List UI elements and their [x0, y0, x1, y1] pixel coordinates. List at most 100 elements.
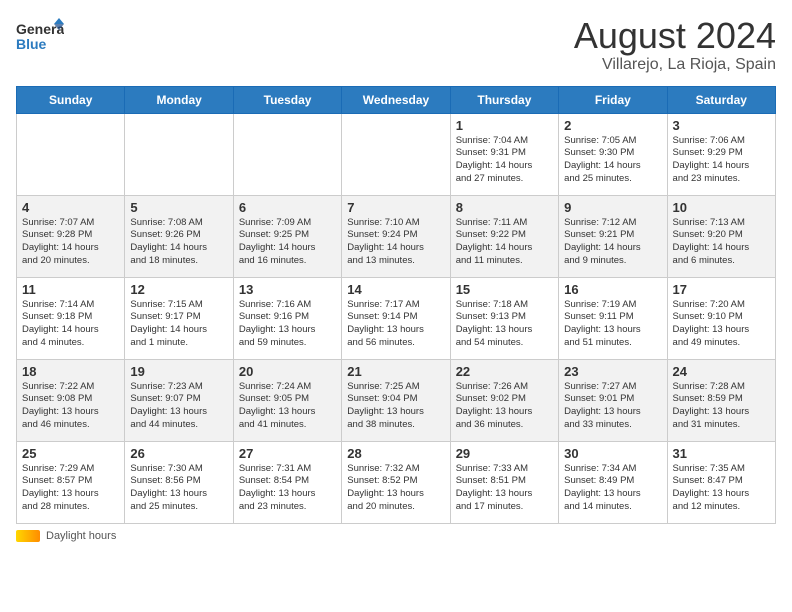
calendar-cell: 27Sunrise: 7:31 AM Sunset: 8:54 PM Dayli…	[233, 441, 341, 523]
calendar-week-row: 4Sunrise: 7:07 AM Sunset: 9:28 PM Daylig…	[17, 195, 776, 277]
footer: Daylight hours	[16, 530, 776, 542]
calendar-week-row: 1 Sunrise: 7:04 AM Sunset: 9:31 PM Daylig…	[17, 113, 776, 195]
day-number: 11	[22, 282, 119, 297]
cell-content: Sunrise: 7:10 AM Sunset: 9:24 PM Dayligh…	[347, 217, 444, 268]
cell-content: Sunrise: 7:30 AM Sunset: 8:56 PM Dayligh…	[130, 463, 227, 514]
page-header: General Blue August 2024 Villarejo, La R…	[16, 16, 776, 74]
calendar-cell: 7 Sunrise: 7:10 AM Sunset: 9:24 PM Daylig…	[342, 195, 450, 277]
calendar-cell: 11 Sunrise: 7:14 AM Sunset: 9:18 PM Dayli…	[17, 277, 125, 359]
cell-content: Sunrise: 7:29 AM Sunset: 8:57 PM Dayligh…	[22, 463, 119, 514]
day-number: 8	[456, 200, 553, 215]
cell-content: Sunrise: 7:20 AM Sunset: 9:10 PM Dayligh…	[673, 299, 770, 350]
day-number: 22	[456, 364, 553, 379]
day-number: 27	[239, 446, 336, 461]
cell-content: Sunrise: 7:13 AM Sunset: 9:20 PM Dayligh…	[673, 217, 770, 268]
calendar-col-header: Thursday	[450, 86, 558, 113]
cell-content: Sunrise: 7:08 AM Sunset: 9:26 PM Dayligh…	[130, 217, 227, 268]
day-number: 12	[130, 282, 227, 297]
calendar-week-row: 18Sunrise: 7:22 AM Sunset: 9:08 PM Dayli…	[17, 359, 776, 441]
day-number: 3	[673, 118, 770, 133]
cell-content: Sunrise: 7:04 AM Sunset: 9:31 PM Dayligh…	[456, 135, 553, 186]
svg-text:Blue: Blue	[16, 36, 47, 52]
calendar-col-header: Saturday	[667, 86, 775, 113]
cell-content: Sunrise: 7:25 AM Sunset: 9:04 PM Dayligh…	[347, 381, 444, 432]
calendar-cell: 9 Sunrise: 7:12 AM Sunset: 9:21 PM Daylig…	[559, 195, 667, 277]
day-number: 18	[22, 364, 119, 379]
calendar-cell: 5Sunrise: 7:08 AM Sunset: 9:26 PM Daylig…	[125, 195, 233, 277]
calendar-cell: 19Sunrise: 7:23 AM Sunset: 9:07 PM Dayli…	[125, 359, 233, 441]
cell-content: Sunrise: 7:33 AM Sunset: 8:51 PM Dayligh…	[456, 463, 553, 514]
day-number: 14	[347, 282, 444, 297]
day-number: 15	[456, 282, 553, 297]
calendar-col-header: Tuesday	[233, 86, 341, 113]
calendar-cell: 29 Sunrise: 7:33 AM Sunset: 8:51 PM Dayli…	[450, 441, 558, 523]
page-title: August 2024	[574, 16, 776, 56]
calendar-cell: 24Sunrise: 7:28 AM Sunset: 8:59 PM Dayli…	[667, 359, 775, 441]
calendar-cell: 14 Sunrise: 7:17 AM Sunset: 9:14 PM Dayli…	[342, 277, 450, 359]
day-number: 30	[564, 446, 661, 461]
calendar-cell: 4Sunrise: 7:07 AM Sunset: 9:28 PM Daylig…	[17, 195, 125, 277]
day-number: 9	[564, 200, 661, 215]
calendar-col-header: Friday	[559, 86, 667, 113]
cell-content: Sunrise: 7:11 AM Sunset: 9:22 PM Dayligh…	[456, 217, 553, 268]
day-number: 19	[130, 364, 227, 379]
calendar-cell: 3Sunrise: 7:06 AM Sunset: 9:29 PM Daylig…	[667, 113, 775, 195]
calendar-week-row: 11 Sunrise: 7:14 AM Sunset: 9:18 PM Dayli…	[17, 277, 776, 359]
calendar-cell: 16Sunrise: 7:19 AM Sunset: 9:11 PM Dayli…	[559, 277, 667, 359]
cell-content: Sunrise: 7:14 AM Sunset: 9:18 PM Dayligh…	[22, 299, 119, 350]
day-number: 23	[564, 364, 661, 379]
daylight-label: Daylight hours	[46, 530, 116, 542]
cell-content: Sunrise: 7:18 AM Sunset: 9:13 PM Dayligh…	[456, 299, 553, 350]
day-number: 26	[130, 446, 227, 461]
calendar-col-header: Monday	[125, 86, 233, 113]
calendar-cell: 6 Sunrise: 7:09 AM Sunset: 9:25 PM Daylig…	[233, 195, 341, 277]
cell-content: Sunrise: 7:34 AM Sunset: 8:49 PM Dayligh…	[564, 463, 661, 514]
day-number: 16	[564, 282, 661, 297]
day-number: 25	[22, 446, 119, 461]
calendar-cell: 23 Sunrise: 7:27 AM Sunset: 9:01 PM Dayli…	[559, 359, 667, 441]
calendar-cell: 28 Sunrise: 7:32 AM Sunset: 8:52 PM Dayli…	[342, 441, 450, 523]
calendar-cell: 30 Sunrise: 7:34 AM Sunset: 8:49 PM Dayli…	[559, 441, 667, 523]
calendar-col-header: Sunday	[17, 86, 125, 113]
cell-content: Sunrise: 7:12 AM Sunset: 9:21 PM Dayligh…	[564, 217, 661, 268]
day-number: 2	[564, 118, 661, 133]
calendar-cell: 12Sunrise: 7:15 AM Sunset: 9:17 PM Dayli…	[125, 277, 233, 359]
calendar-col-header: Wednesday	[342, 86, 450, 113]
day-number: 6	[239, 200, 336, 215]
calendar-cell: 13Sunrise: 7:16 AM Sunset: 9:16 PM Dayli…	[233, 277, 341, 359]
cell-content: Sunrise: 7:07 AM Sunset: 9:28 PM Dayligh…	[22, 217, 119, 268]
calendar-header-row: SundayMondayTuesdayWednesdayThursdayFrid…	[17, 86, 776, 113]
calendar-cell: 26 Sunrise: 7:30 AM Sunset: 8:56 PM Dayli…	[125, 441, 233, 523]
calendar-cell: 15 Sunrise: 7:18 AM Sunset: 9:13 PM Dayli…	[450, 277, 558, 359]
calendar-cell: 25 Sunrise: 7:29 AM Sunset: 8:57 PM Dayli…	[17, 441, 125, 523]
calendar-cell	[233, 113, 341, 195]
calendar-cell: 21 Sunrise: 7:25 AM Sunset: 9:04 PM Dayli…	[342, 359, 450, 441]
day-number: 1	[456, 118, 553, 133]
day-number: 20	[239, 364, 336, 379]
cell-content: Sunrise: 7:09 AM Sunset: 9:25 PM Dayligh…	[239, 217, 336, 268]
cell-content: Sunrise: 7:32 AM Sunset: 8:52 PM Dayligh…	[347, 463, 444, 514]
day-number: 13	[239, 282, 336, 297]
calendar-cell	[342, 113, 450, 195]
calendar-week-row: 25 Sunrise: 7:29 AM Sunset: 8:57 PM Dayli…	[17, 441, 776, 523]
day-number: 21	[347, 364, 444, 379]
page-subtitle: Villarejo, La Rioja, Spain	[574, 56, 776, 74]
cell-content: Sunrise: 7:35 AM Sunset: 8:47 PM Dayligh…	[673, 463, 770, 514]
cell-content: Sunrise: 7:26 AM Sunset: 9:02 PM Dayligh…	[456, 381, 553, 432]
calendar-cell: 1 Sunrise: 7:04 AM Sunset: 9:31 PM Daylig…	[450, 113, 558, 195]
day-number: 7	[347, 200, 444, 215]
cell-content: Sunrise: 7:17 AM Sunset: 9:14 PM Dayligh…	[347, 299, 444, 350]
day-number: 29	[456, 446, 553, 461]
calendar-cell: 22 Sunrise: 7:26 AM Sunset: 9:02 PM Dayli…	[450, 359, 558, 441]
calendar-cell: 2Sunrise: 7:05 AM Sunset: 9:30 PM Daylig…	[559, 113, 667, 195]
calendar-cell: 18Sunrise: 7:22 AM Sunset: 9:08 PM Dayli…	[17, 359, 125, 441]
calendar-cell: 10Sunrise: 7:13 AM Sunset: 9:20 PM Dayli…	[667, 195, 775, 277]
day-number: 24	[673, 364, 770, 379]
day-number: 17	[673, 282, 770, 297]
day-number: 28	[347, 446, 444, 461]
logo-graphic: General Blue	[16, 16, 64, 61]
daylight-bar-icon	[16, 530, 40, 542]
logo: General Blue	[16, 16, 64, 61]
calendar-cell	[125, 113, 233, 195]
cell-content: Sunrise: 7:27 AM Sunset: 9:01 PM Dayligh…	[564, 381, 661, 432]
